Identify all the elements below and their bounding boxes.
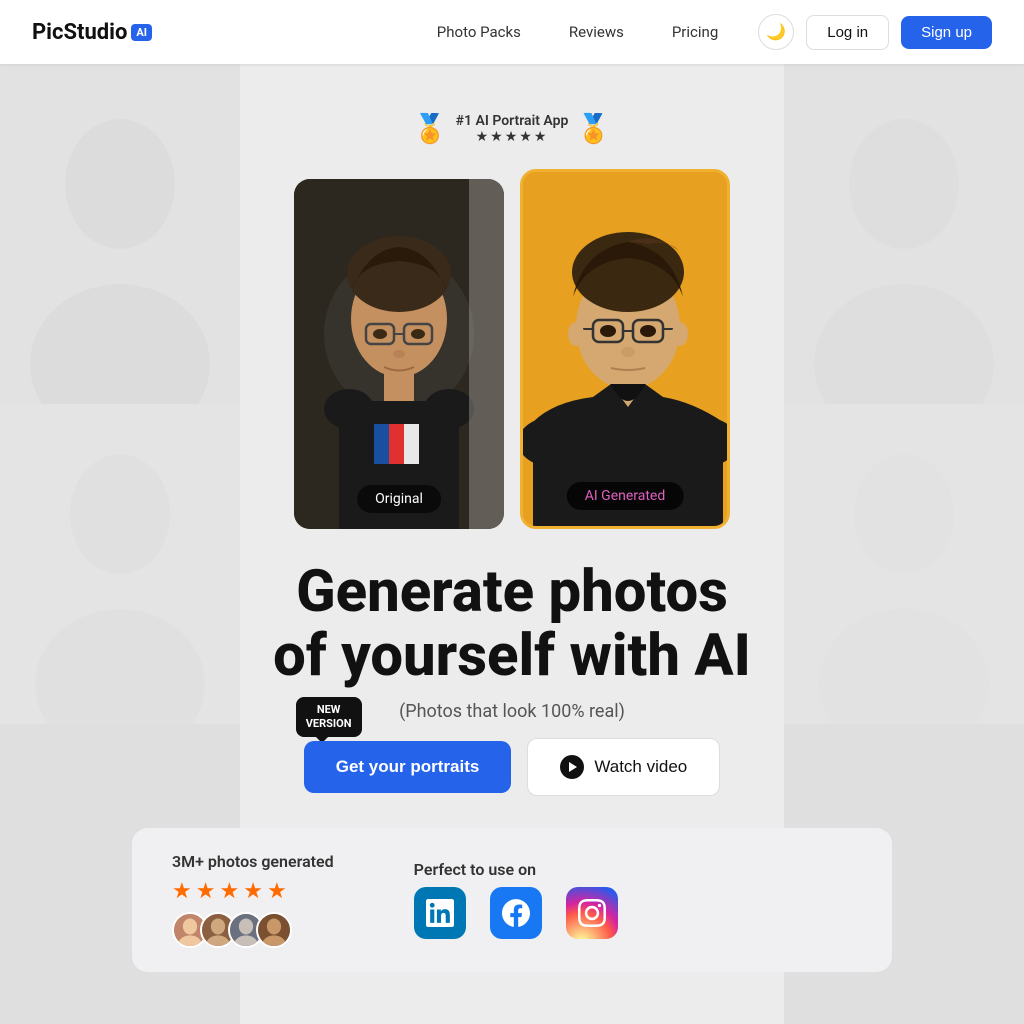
- logo[interactable]: PicStudio AI: [32, 20, 152, 45]
- original-label: Original: [357, 485, 441, 513]
- bg-portrait-top-right: [784, 64, 1024, 404]
- logo-badge: AI: [131, 24, 152, 41]
- social-proof-section: 3M+ photos generated ★ ★ ★ ★ ★: [132, 828, 892, 972]
- laurel-left-icon: 🏅: [413, 112, 448, 145]
- login-button[interactable]: Log in: [806, 15, 889, 50]
- award-stars: ★★★★★: [456, 129, 569, 145]
- star-1-icon: ★: [172, 879, 192, 904]
- nav-link-photo-packs[interactable]: Photo Packs: [437, 23, 521, 41]
- proof-left: 3M+ photos generated ★ ★ ★ ★ ★: [172, 852, 334, 948]
- photo-comparison: Original: [294, 169, 730, 529]
- rating-stars: ★ ★ ★ ★ ★: [172, 879, 334, 904]
- nav-link-reviews[interactable]: Reviews: [569, 23, 624, 41]
- signup-button[interactable]: Sign up: [901, 16, 992, 49]
- hero-subheading: (Photos that look 100% real): [399, 701, 625, 722]
- photo-card-original: Original: [294, 179, 504, 529]
- star-3-icon: ★: [219, 879, 239, 904]
- social-icons: [414, 887, 618, 939]
- linkedin-icon[interactable]: [414, 887, 466, 939]
- laurel-right-icon: 🏅: [576, 112, 611, 145]
- instagram-icon[interactable]: [566, 887, 618, 939]
- new-version-badge: NEW VERSION: [296, 697, 362, 738]
- facebook-icon[interactable]: [490, 887, 542, 939]
- bg-portrait-top-left: [0, 64, 240, 404]
- btn-portraits-wrapper: NEW VERSION Get your portraits: [304, 741, 512, 793]
- hero-section: 🏅 #1 AI Portrait App ★★★★★ 🏅: [0, 64, 1024, 1024]
- ai-generated-label: AI Generated: [567, 482, 684, 510]
- award-title: #1 AI Portrait App: [456, 113, 569, 129]
- logo-text: PicStudio: [32, 20, 127, 45]
- award-badge: 🏅 #1 AI Portrait App ★★★★★ 🏅: [413, 112, 611, 145]
- platform-label: Perfect to use on: [414, 860, 618, 879]
- cta-area: NEW VERSION Get your portraits Watch vid…: [304, 738, 721, 796]
- photo-card-ai: AI Generated: [520, 169, 730, 529]
- nav-actions: 🌙 Log in Sign up: [758, 14, 992, 50]
- star-4-icon: ★: [243, 879, 263, 904]
- award-text: #1 AI Portrait App ★★★★★: [456, 113, 569, 145]
- nav-link-pricing[interactable]: Pricing: [672, 23, 718, 41]
- watch-video-button[interactable]: Watch video: [527, 738, 720, 796]
- user-avatars: [172, 912, 334, 948]
- star-2-icon: ★: [196, 879, 216, 904]
- theme-toggle-button[interactable]: 🌙: [758, 14, 794, 50]
- play-triangle-icon: [569, 762, 577, 772]
- navbar: PicStudio AI Photo Packs Reviews Pricing…: [0, 0, 1024, 64]
- play-icon: [560, 755, 584, 779]
- nav-links: Photo Packs Reviews Pricing: [437, 23, 718, 41]
- photos-generated-label: 3M+ photos generated: [172, 852, 334, 871]
- proof-right: Perfect to use on: [414, 860, 618, 939]
- get-portraits-button[interactable]: Get your portraits: [304, 741, 512, 793]
- hero-heading: Generate photos of yourself with AI: [273, 561, 751, 689]
- avatar-4: [256, 912, 292, 948]
- star-5-icon: ★: [267, 879, 287, 904]
